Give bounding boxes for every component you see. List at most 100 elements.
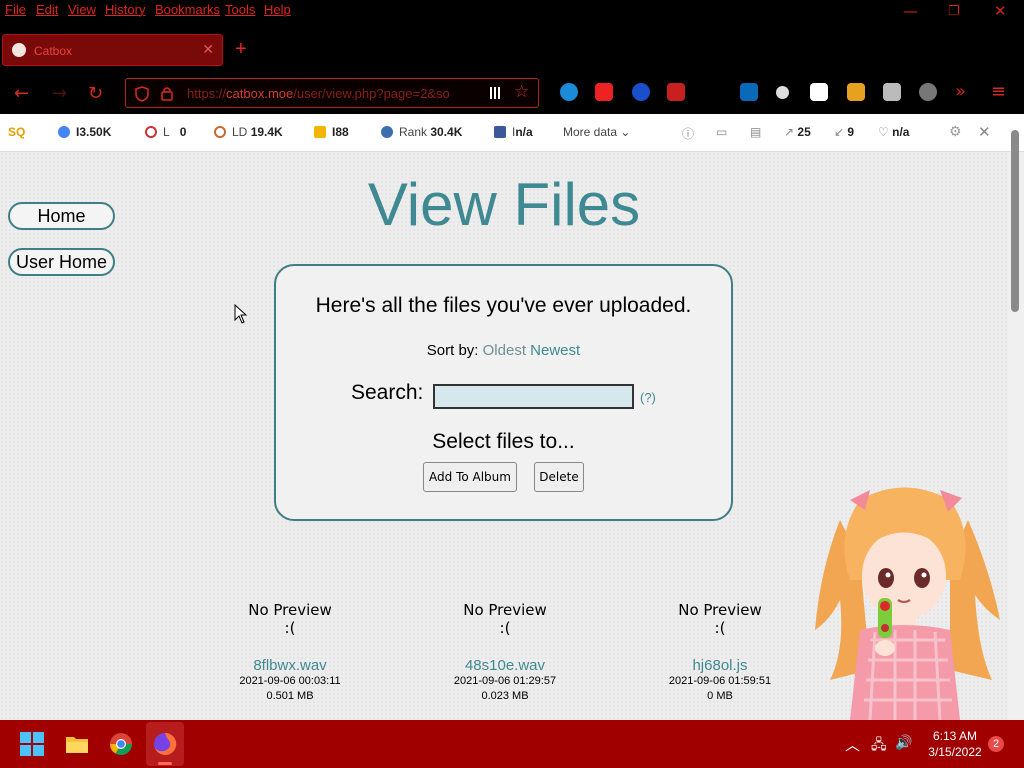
url-text: https://catbox.moe/user/view.php?page=2&…	[187, 86, 450, 101]
back-icon[interactable]: ←	[14, 83, 29, 104]
page-title: View Files	[367, 171, 641, 238]
sort-newest-link[interactable]: Newest	[530, 342, 580, 359]
ld-icon	[214, 126, 226, 138]
sad-face-text: :(	[499, 619, 511, 637]
sad-face-text: :(	[284, 619, 296, 637]
seo-toolbar: SQ I3.50K L 0 LD 19.4K I88 Rank 30.4K In…	[0, 114, 1024, 152]
info-icon[interactable]: ⓘ	[682, 125, 694, 142]
seo-bing[interactable]: I88	[314, 125, 349, 139]
no-preview-text: No Preview	[463, 601, 547, 619]
more-data-dropdown[interactable]: More data ⌄	[563, 125, 630, 139]
menu-bar: File Edit View History Bookmarks Tools H…	[0, 0, 1024, 28]
menu-help[interactable]: Help	[264, 2, 291, 17]
close-window-icon[interactable]: ✕	[994, 2, 1007, 20]
facebook-icon	[494, 126, 506, 138]
menu-bookmarks[interactable]: Bookmarks	[155, 2, 220, 17]
extension-r-icon[interactable]	[632, 83, 650, 101]
extension-v-icon[interactable]	[810, 83, 828, 101]
mouse-cursor-icon	[234, 304, 248, 324]
close-toolbar-icon[interactable]: ✕	[978, 123, 991, 141]
file-card: No Preview :( 48s10e.wav 2021-09-06 01:2…	[425, 601, 585, 704]
search-label: Search:	[351, 381, 424, 404]
taskbar: ︿ 🖧 🔊 6:13 AM 3/15/2022 2	[0, 720, 1024, 768]
seo-ld[interactable]: LD 19.4K	[214, 125, 283, 139]
extension-sig-icon[interactable]	[740, 83, 758, 101]
file-link[interactable]: 48s10e.wav	[425, 657, 585, 674]
file-link[interactable]: hj68ol.js	[640, 657, 800, 674]
extension-c-icon[interactable]	[776, 86, 789, 99]
clock-date: 3/15/2022	[928, 745, 982, 759]
extension-box-icon[interactable]	[667, 83, 685, 101]
restore-icon[interactable]: ❐	[948, 4, 960, 19]
seo-rank[interactable]: Rank 30.4K	[381, 125, 462, 139]
navigation-bar: ← → ↻ https://catbox.moe/user/view.php?p…	[0, 74, 1024, 114]
search-input[interactable]	[433, 384, 634, 409]
chrome-icon[interactable]	[109, 732, 133, 756]
file-card: No Preview :( hj68ol.js 2021-09-06 01:59…	[640, 601, 800, 704]
tab-catbox[interactable]: Catbox ✕	[2, 34, 223, 66]
intro-text: Here's all the files you've ever uploade…	[315, 294, 692, 317]
extension-layers-icon[interactable]	[883, 83, 901, 101]
reload-icon[interactable]: ↻	[88, 83, 103, 104]
forward-icon[interactable]: →	[52, 83, 67, 104]
files-panel: Here's all the files you've ever uploade…	[274, 264, 733, 521]
file-explorer-icon[interactable]	[65, 732, 89, 756]
clock[interactable]: 6:13 AM 3/15/2022	[920, 728, 990, 760]
url-bar[interactable]: https://catbox.moe/user/view.php?page=2&…	[125, 78, 539, 108]
menu-edit[interactable]: Edit	[36, 2, 58, 17]
file-date: 2021-09-06 00:03:11	[239, 675, 341, 687]
network-icon[interactable]: 🖧	[871, 734, 887, 758]
seo-google-index[interactable]: I3.50K	[58, 125, 111, 139]
tray-chevron-up-icon[interactable]: ︿	[845, 734, 860, 755]
menu-history[interactable]: History	[105, 2, 145, 17]
seo-links-out[interactable]: ↗ 25	[784, 125, 811, 139]
l-icon	[145, 126, 157, 138]
select-files-label: Select files to...	[432, 430, 575, 453]
seo-trust[interactable]: ♡ n/a	[878, 125, 909, 139]
settings-gear-icon[interactable]: ⚙	[949, 123, 962, 140]
file-size: 0 MB	[707, 690, 733, 702]
file-size: 0.501 MB	[266, 690, 314, 702]
menu-view[interactable]: View	[68, 2, 96, 17]
page-content: Home User Home View Files Here's all the…	[0, 152, 1008, 720]
doc-icon[interactable]: ▤	[750, 125, 761, 139]
hamburger-menu-icon[interactable]: ≡	[991, 81, 1006, 102]
add-to-album-button[interactable]: Add To Album	[423, 462, 517, 492]
rank-icon	[381, 126, 393, 138]
notification-badge[interactable]: 2	[988, 736, 1004, 752]
file-size: 0.023 MB	[481, 690, 529, 702]
volume-icon[interactable]: 🔊	[895, 734, 912, 751]
search-help-link[interactable]: (?)	[640, 390, 656, 405]
minimize-icon[interactable]: —	[903, 2, 918, 20]
display-icon[interactable]: ▭	[716, 125, 727, 139]
extension-globe-icon[interactable]	[560, 83, 578, 101]
close-tab-icon[interactable]: ✕	[202, 41, 214, 58]
new-tab-icon[interactable]: +	[235, 38, 247, 61]
file-date: 2021-09-06 01:59:51	[668, 675, 772, 687]
scrollbar-thumb[interactable]	[1011, 130, 1019, 312]
delete-button[interactable]: Delete	[534, 462, 584, 492]
seoquake-logo-icon[interactable]: SQ	[8, 125, 25, 139]
extension-seo-icon[interactable]	[847, 83, 865, 101]
active-indicator	[158, 762, 172, 765]
menu-tools[interactable]: Tools	[225, 2, 255, 17]
bookmark-star-icon[interactable]: ☆	[514, 82, 529, 102]
extension-play-icon[interactable]	[595, 83, 613, 101]
extension-arch-icon[interactable]	[919, 83, 937, 101]
reader-icon[interactable]	[490, 87, 502, 99]
windows-start-icon[interactable]	[20, 732, 44, 756]
file-link[interactable]: 8flbwx.wav	[210, 657, 370, 674]
catbox-favicon-icon	[12, 43, 26, 57]
shield-icon[interactable]	[135, 86, 149, 102]
lock-icon[interactable]	[161, 86, 173, 101]
firefox-icon[interactable]	[153, 732, 177, 756]
overflow-chevrons-icon[interactable]: »	[955, 81, 966, 102]
user-home-button[interactable]: User Home	[8, 248, 115, 276]
sort-oldest-link[interactable]: Oldest	[483, 342, 526, 359]
seo-l[interactable]: L 0	[145, 125, 186, 139]
tab-title: Catbox	[34, 44, 73, 58]
menu-file[interactable]: File	[5, 2, 26, 17]
seo-links-in[interactable]: ↙ 9	[834, 125, 854, 139]
seo-facebook[interactable]: In/a	[494, 125, 533, 139]
sort-row: Sort by: Oldest Newest	[276, 342, 731, 359]
